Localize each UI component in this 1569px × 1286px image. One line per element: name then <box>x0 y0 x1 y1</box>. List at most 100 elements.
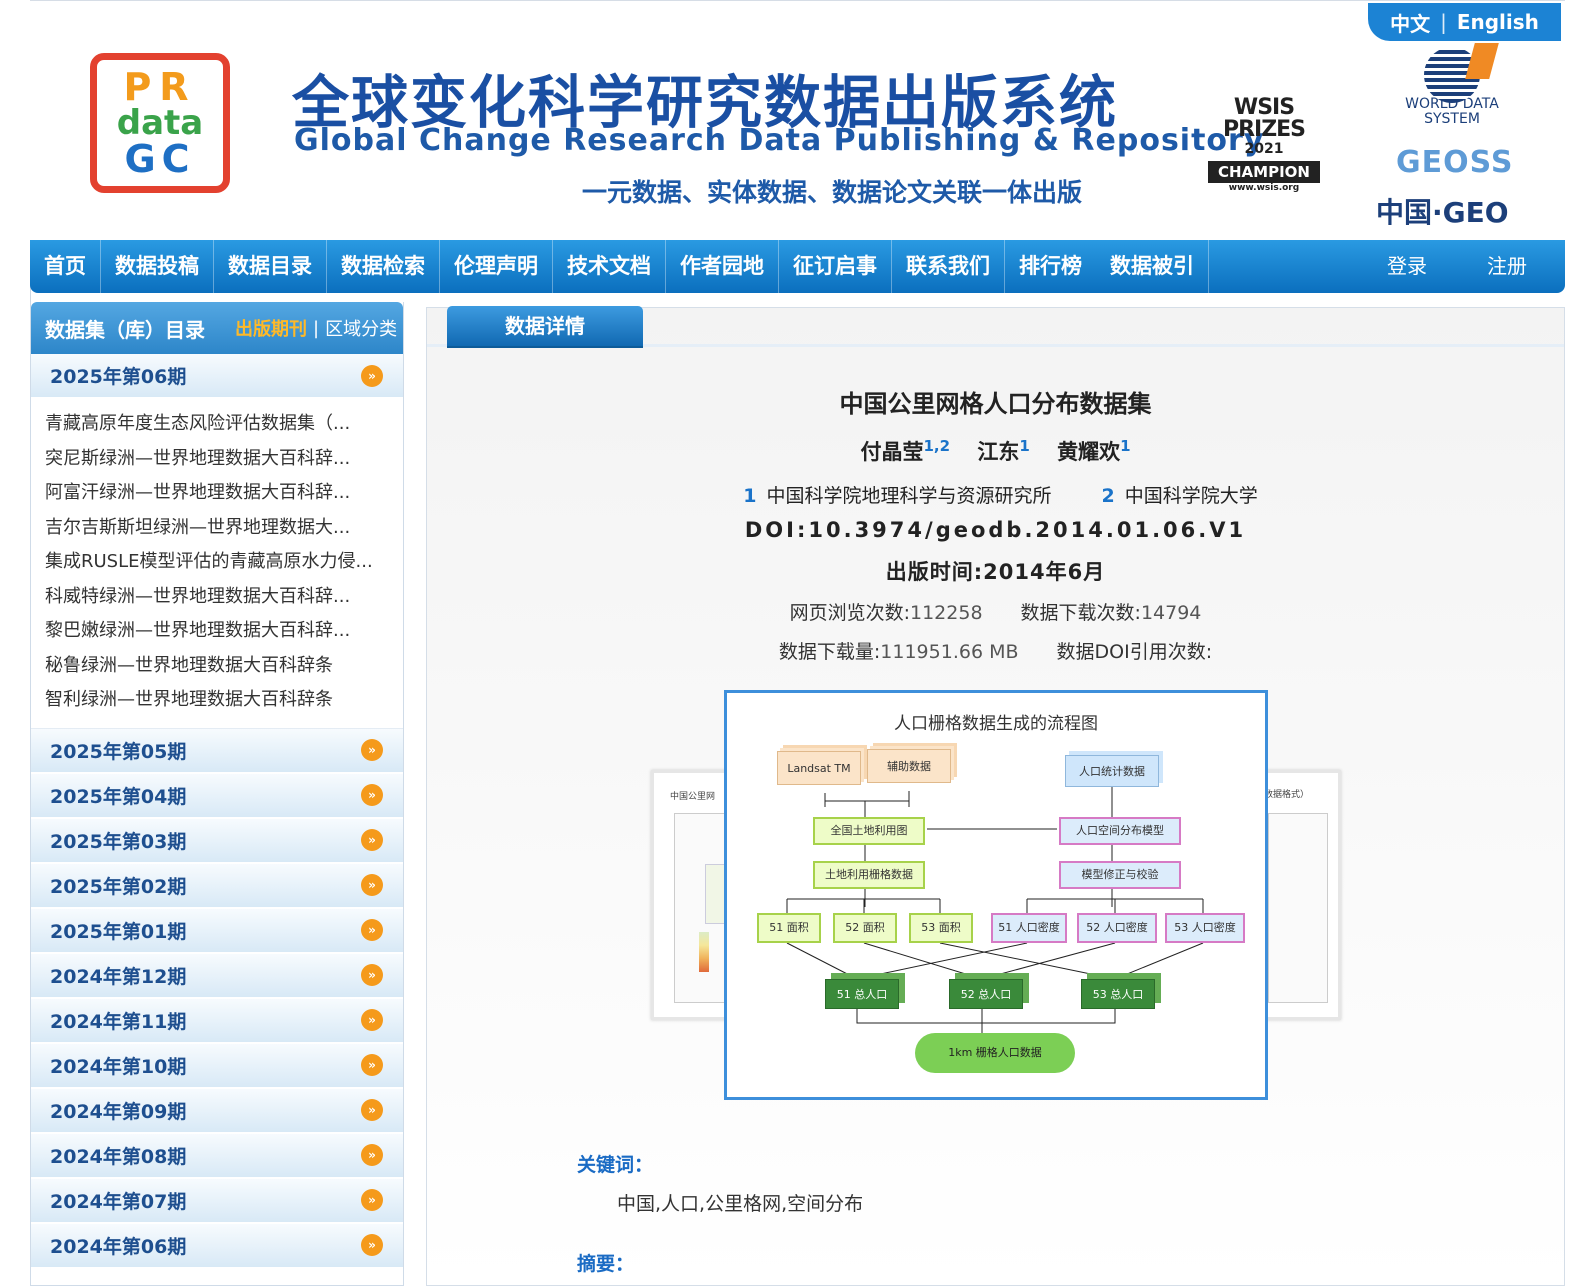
arrow-right-icon: » <box>361 739 383 761</box>
arrow-right-icon: » <box>361 1189 383 1211</box>
issue-label: 2025年第04期 <box>50 785 187 808</box>
issue-label: 2024年第07期 <box>50 1190 187 1213</box>
abstract-heading: 摘要： <box>577 1253 635 1275</box>
nav-item-catalog[interactable]: 数据目录 <box>214 240 327 293</box>
wsis-prize-badge: WSIS PRIZES 2021 CHAMPION www.wsis.org <box>1196 79 1332 211</box>
issue-item[interactable]: 2024年第10期 » <box>31 1043 403 1089</box>
nav-item-ethics[interactable]: 伦理声明 <box>440 240 553 293</box>
issue-item[interactable]: 2024年第06期 » <box>31 1223 403 1269</box>
issue-label: 2024年第10期 <box>50 1055 187 1078</box>
catalog-sidebar: 数据集（库）目录 出版期刊 | 区域分类 2025年第06期 » 青藏高原年度生… <box>30 302 404 1286</box>
nav-item-authors[interactable]: 作者园地 <box>666 240 779 293</box>
flow-node-final-output: 1km 栅格人口数据 <box>915 1033 1075 1073</box>
article-link[interactable]: 智利绿洲—世界地理数据大百科辞条 <box>45 683 403 718</box>
dataset-doi[interactable]: DOI:10.3974/geodb.2014.01.06.V1 <box>427 518 1564 542</box>
keywords-text: 中国,人口,公里格网,空间分布 <box>617 1193 864 1215</box>
article-link[interactable]: 秘鲁绿洲—世界地理数据大百科辞条 <box>45 649 403 684</box>
views-label: 网页浏览次数: <box>789 602 910 624</box>
issue-item[interactable]: 2024年第12期 » <box>31 953 403 999</box>
tab-dataset-details[interactable]: 数据详情 <box>447 306 643 346</box>
nav-item-submit[interactable]: 数据投稿 <box>101 240 214 293</box>
article-link[interactable]: 突尼斯绿洲—世界地理数据大百科辞... <box>45 442 403 477</box>
flow-node-area-1: 51 面积 <box>757 913 821 943</box>
issue-label: 2025年第03期 <box>50 830 187 853</box>
figure-right-caption: 数据格式） <box>1264 790 1310 800</box>
nav-item-citations[interactable]: 数据被引 <box>1096 240 1209 293</box>
article-link[interactable]: 阿富汗绿洲—世界地理数据大百科辞... <box>45 476 403 511</box>
issue-label: 2024年第11期 <box>50 1010 187 1033</box>
nav-item-subscribe[interactable]: 征订启事 <box>779 240 892 293</box>
site-tagline: 一元数据、实体数据、数据论文关联一体出版 <box>582 178 1083 207</box>
arrow-right-icon: » <box>361 829 383 851</box>
lang-zh-link[interactable]: 中文 <box>1390 8 1430 37</box>
arrow-right-icon: » <box>361 964 383 986</box>
issue-item[interactable]: 2024年第07期 » <box>31 1178 403 1224</box>
author-name: 付晶莹 <box>860 440 924 464</box>
world-data-system-logo[interactable]: WORLD DATA SYSTEM <box>1392 47 1512 127</box>
flow-node-total-2: 52 总人口 <box>949 979 1023 1009</box>
arrow-right-icon: » <box>361 874 383 896</box>
article-link[interactable]: 黎巴嫩绿洲—世界地理数据大百科辞... <box>45 614 403 649</box>
arrow-right-icon: » <box>361 919 383 941</box>
flow-node-landuse-raster: 土地利用栅格数据 <box>813 861 925 889</box>
lang-en-link[interactable]: English <box>1457 10 1539 34</box>
arrow-right-icon: » <box>361 1234 383 1256</box>
issue-label: 2025年第01期 <box>50 920 187 943</box>
arrow-right-icon: » <box>361 1054 383 1076</box>
issue-label: 2024年第12期 <box>50 965 187 988</box>
author[interactable]: 黄耀欢1 <box>1057 437 1131 464</box>
issue-item-current[interactable]: 2025年第06期 » <box>31 354 403 399</box>
site-header: 中文 | English PR data GC 全球变化科学研究数据出版系统 G… <box>30 0 1565 240</box>
author[interactable]: 付晶莹1,2 <box>860 437 951 464</box>
author-affiliation-ref: 1 <box>1120 437 1131 455</box>
nav-item-contact[interactable]: 联系我们 <box>892 240 1005 293</box>
nav-item-search[interactable]: 数据检索 <box>327 240 440 293</box>
issue-item[interactable]: 2024年第08期 » <box>31 1133 403 1179</box>
issue-item[interactable]: 2025年第01期 » <box>31 908 403 954</box>
register-link[interactable]: 注册 <box>1487 240 1527 293</box>
main-nav: 首页 数据投稿 数据目录 数据检索 伦理声明 技术文档 作者园地 征订启事 联系… <box>30 240 1565 293</box>
flow-node-census: 人口统计数据 <box>1065 755 1159 787</box>
nav-item-docs[interactable]: 技术文档 <box>553 240 666 293</box>
issue-item[interactable]: 2025年第04期 » <box>31 773 403 819</box>
site-logo[interactable]: PR data GC <box>90 53 230 193</box>
login-link[interactable]: 登录 <box>1387 240 1427 293</box>
author-affiliation-ref: 1,2 <box>923 437 951 455</box>
issue-item[interactable]: 2025年第02期 » <box>31 863 403 909</box>
issue-item[interactable]: 2025年第05期 » <box>31 728 403 774</box>
issue-item[interactable]: 2024年第09期 » <box>31 1088 403 1134</box>
tab-regions[interactable]: 区域分类 <box>325 315 397 341</box>
article-link[interactable]: 青藏高原年度生态风险评估数据集（... <box>45 407 403 442</box>
sidebar-tab-separator: | <box>313 317 320 339</box>
flow-node-area-2: 52 面积 <box>833 913 897 943</box>
geoss-logo[interactable]: GEOSS <box>1396 145 1514 180</box>
author-name: 江东 <box>977 440 1020 464</box>
lang-separator: | <box>1440 10 1447 34</box>
issue-item[interactable]: 2024年第11期 » <box>31 998 403 1044</box>
language-switch: 中文 | English <box>1368 3 1561 41</box>
china-geo-logo[interactable]: 中国·GEO <box>1376 191 1509 231</box>
doi-citations-label: 数据DOI引用次数: <box>1056 641 1213 663</box>
issue-label: 2024年第08期 <box>50 1145 187 1168</box>
article-link[interactable]: 吉尔吉斯斯坦绿洲—世界地理数据大... <box>45 511 403 546</box>
issue-item[interactable]: 2025年第03期 » <box>31 818 403 864</box>
flowchart-figure[interactable]: 人口栅格数据生成的流程图 Landsat TM 辅助数据 人口统计数据 全国土地… <box>724 690 1268 1100</box>
logo-text-gc: GC <box>124 137 196 181</box>
affiliation-number: 2 <box>1101 485 1115 507</box>
flow-node-density-3: 53 人口密度 <box>1165 913 1245 943</box>
affiliation-list: 1 中国科学院地理科学与资源研究所 2 中国科学院大学 <box>427 481 1564 508</box>
globe-icon <box>1424 47 1480 103</box>
wsis-prizes-text: PRIZES <box>1222 117 1306 142</box>
article-list: 青藏高原年度生态风险评估数据集（... 突尼斯绿洲—世界地理数据大百科辞... … <box>31 399 403 729</box>
sidebar-title: 数据集（库）目录 <box>45 317 205 342</box>
issue-label: 2025年第05期 <box>50 740 187 763</box>
tab-publications[interactable]: 出版期刊 <box>235 315 307 341</box>
article-link[interactable]: 科威特绿洲—世界地理数据大百科辞... <box>45 580 403 615</box>
nav-item-home[interactable]: 首页 <box>30 240 101 293</box>
figure-thumbnail-right[interactable]: 数据格式） <box>1261 770 1341 1020</box>
stats-row-2: 数据下载量:111951.66 MB 数据DOI引用次数: <box>427 637 1564 664</box>
nav-item-ranking[interactable]: 排行榜 <box>1005 240 1096 293</box>
author[interactable]: 江东1 <box>977 437 1029 464</box>
article-link[interactable]: 集成RUSLE模型评估的青藏高原水力侵... <box>45 545 403 580</box>
flow-node-model-correction: 模型修正与校验 <box>1059 861 1181 889</box>
